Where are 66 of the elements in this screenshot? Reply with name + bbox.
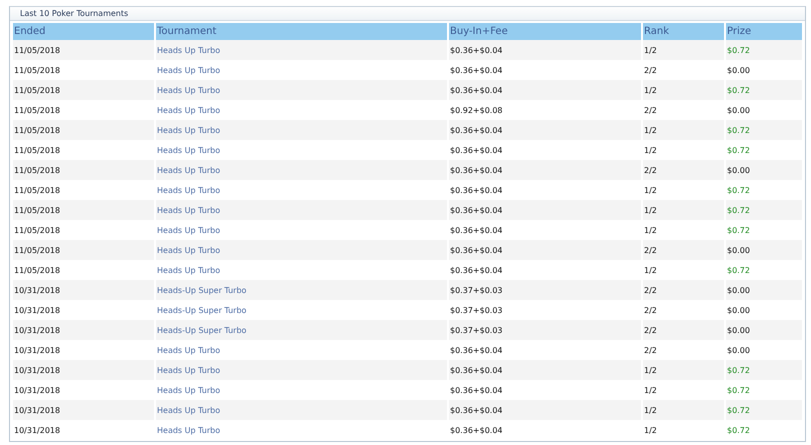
table-cell: 11/05/2018 [13, 120, 154, 140]
table-cell: 11/05/2018 [13, 160, 154, 180]
table-cell: 11/05/2018 [13, 200, 154, 220]
table-cell: $0.72 [726, 120, 802, 140]
table-cell: 1/2 [643, 360, 724, 380]
table-cell: 10/31/2018 [13, 280, 154, 300]
tournament-link[interactable]: Heads Up Turbo [157, 166, 220, 174]
table-cell: $0.00 [726, 240, 802, 260]
table-cell: 1/2 [643, 120, 724, 140]
tournament-link[interactable]: Heads Up Turbo [157, 186, 220, 194]
table-cell: $0.36+$0.04 [449, 40, 641, 60]
table-cell: $0.36+$0.04 [449, 400, 641, 420]
column-header: Prize [726, 23, 802, 40]
table-cell: $0.36+$0.04 [449, 200, 641, 220]
tournament-link[interactable]: Heads Up Turbo [157, 426, 220, 434]
tournament-link[interactable]: Heads Up Turbo [157, 266, 220, 274]
table-cell: 1/2 [643, 40, 724, 60]
table-cell: 11/05/2018 [13, 40, 154, 60]
table-cell: $0.37+$0.03 [449, 280, 641, 300]
panel-title: Last 10 Poker Tournaments [20, 8, 128, 20]
tournament-link[interactable]: Heads-Up Super Turbo [157, 286, 246, 294]
table-cell: $0.36+$0.04 [449, 360, 641, 380]
table-cell: $0.36+$0.04 [449, 80, 641, 100]
table-cell: $0.36+$0.04 [449, 240, 641, 260]
table-cell: 1/2 [643, 400, 724, 420]
table-cell: 11/05/2018 [13, 240, 154, 260]
table-cell: $0.72 [726, 40, 802, 60]
table-cell: $0.72 [726, 360, 802, 380]
tournament-link[interactable]: Heads Up Turbo [157, 46, 220, 54]
table-cell: 10/31/2018 [13, 320, 154, 340]
tournament-link[interactable]: Heads Up Turbo [157, 146, 220, 154]
table-cell: 11/05/2018 [13, 80, 154, 100]
table-cell: 2/2 [643, 240, 724, 260]
table-cell: 10/31/2018 [13, 360, 154, 380]
table-cell: $0.00 [726, 320, 802, 340]
table-cell: $0.36+$0.04 [449, 160, 641, 180]
tournament-link[interactable]: Heads-Up Super Turbo [157, 326, 246, 334]
table-cell: $0.37+$0.03 [449, 320, 641, 340]
tournament-link[interactable]: Heads-Up Super Turbo [157, 306, 246, 314]
table-cell: $0.36+$0.04 [449, 120, 641, 140]
table-cell: $0.00 [726, 160, 802, 180]
table-cell: 2/2 [643, 320, 724, 340]
table-cell: $0.72 [726, 80, 802, 100]
tournament-link[interactable]: Heads Up Turbo [157, 86, 220, 94]
table-cell: $0.72 [726, 400, 802, 420]
tournament-link[interactable]: Heads Up Turbo [157, 346, 220, 354]
tournament-link[interactable]: Heads Up Turbo [157, 126, 220, 134]
tournament-link[interactable]: Heads Up Turbo [157, 386, 220, 394]
table-cell: 2/2 [643, 280, 724, 300]
tournament-link[interactable]: Heads Up Turbo [157, 66, 220, 74]
tournament-link[interactable]: Heads Up Turbo [157, 206, 220, 214]
column-header: Rank [643, 23, 724, 40]
table-cell: 2/2 [643, 160, 724, 180]
column-header: Buy-In+Fee [449, 23, 641, 40]
table-cell: 1/2 [643, 200, 724, 220]
tournament-link[interactable]: Heads Up Turbo [157, 246, 220, 254]
table-cell: 10/31/2018 [13, 400, 154, 420]
table-cell: $0.72 [726, 200, 802, 220]
tournament-link[interactable]: Heads Up Turbo [157, 366, 220, 374]
table-cell: 1/2 [643, 80, 724, 100]
tournament-link[interactable]: Heads Up Turbo [157, 406, 220, 414]
column-header: Ended [13, 23, 154, 40]
column-header: Tournament [156, 23, 447, 40]
table-cell: $0.00 [726, 280, 802, 300]
tournament-link[interactable]: Heads Up Turbo [157, 106, 220, 114]
tournament-link[interactable]: Heads Up Turbo [157, 226, 220, 234]
